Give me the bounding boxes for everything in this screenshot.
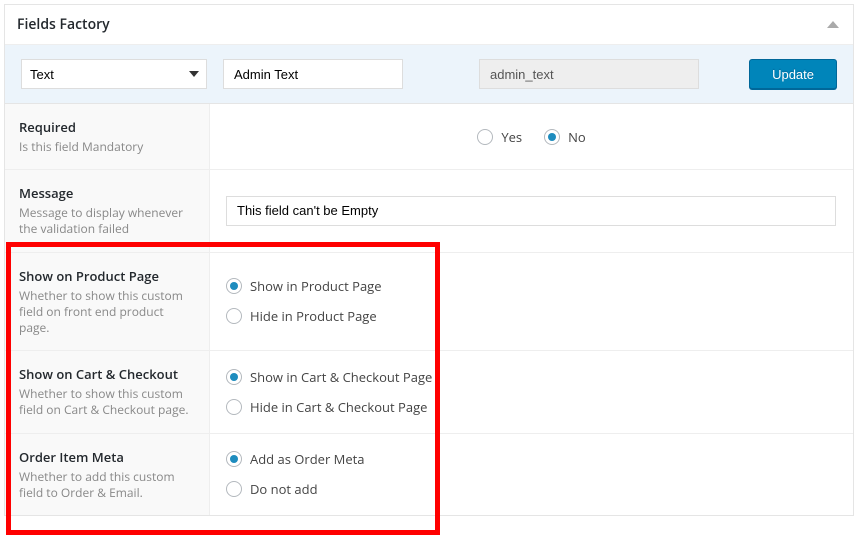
row-required: Required Is this field Mandatory Yes No [5, 104, 853, 170]
order-add-radio[interactable]: Add as Order Meta [226, 450, 837, 468]
collapse-icon[interactable] [827, 21, 839, 28]
radio-icon [226, 399, 242, 415]
required-yes-radio[interactable]: Yes [477, 128, 522, 146]
toolbar: Text Update [5, 45, 853, 104]
order-title: Order Item Meta [19, 448, 195, 466]
message-desc: Message to display whenever the validati… [19, 205, 195, 237]
update-button[interactable]: Update [749, 59, 837, 89]
required-no-radio[interactable]: No [544, 128, 586, 146]
radio-icon [226, 481, 242, 497]
radio-icon [544, 129, 560, 145]
required-title: Required [19, 118, 195, 136]
product-title: Show on Product Page [19, 267, 195, 285]
cart-show-radio[interactable]: Show in Cart & Checkout Page [226, 368, 837, 386]
message-input[interactable] [226, 196, 836, 226]
product-show-radio[interactable]: Show in Product Page [226, 277, 837, 295]
settings-table: Required Is this field Mandatory Yes No [5, 104, 853, 515]
product-hide-radio[interactable]: Hide in Product Page [226, 307, 837, 325]
cart-desc: Whether to show this custom field on Car… [19, 386, 195, 418]
radio-icon [226, 308, 242, 324]
field-label-input[interactable] [223, 59, 403, 89]
radio-icon [477, 129, 493, 145]
field-type-select[interactable]: Text [21, 59, 207, 89]
fields-factory-panel: Fields Factory Text Update Required Is t… [4, 4, 854, 516]
radio-icon [226, 451, 242, 467]
field-type-select-wrap[interactable]: Text [21, 59, 207, 89]
order-not-add-radio[interactable]: Do not add [226, 480, 837, 498]
panel-title: Fields Factory [17, 15, 110, 34]
order-desc: Whether to add this custom field to Orde… [19, 469, 195, 501]
message-title: Message [19, 184, 195, 202]
row-order-meta: Order Item Meta Whether to add this cust… [5, 434, 853, 515]
cart-hide-radio[interactable]: Hide in Cart & Checkout Page [226, 398, 837, 416]
row-product-page: Show on Product Page Whether to show thi… [5, 253, 853, 352]
required-desc: Is this field Mandatory [19, 139, 195, 155]
radio-icon [226, 369, 242, 385]
product-desc: Whether to show this custom field on fro… [19, 288, 195, 337]
row-message: Message Message to display whenever the … [5, 170, 853, 252]
radio-icon [226, 278, 242, 294]
field-slug-input [479, 59, 699, 89]
panel-header[interactable]: Fields Factory [5, 5, 853, 45]
row-cart-checkout: Show on Cart & Checkout Whether to show … [5, 351, 853, 433]
cart-title: Show on Cart & Checkout [19, 365, 195, 383]
